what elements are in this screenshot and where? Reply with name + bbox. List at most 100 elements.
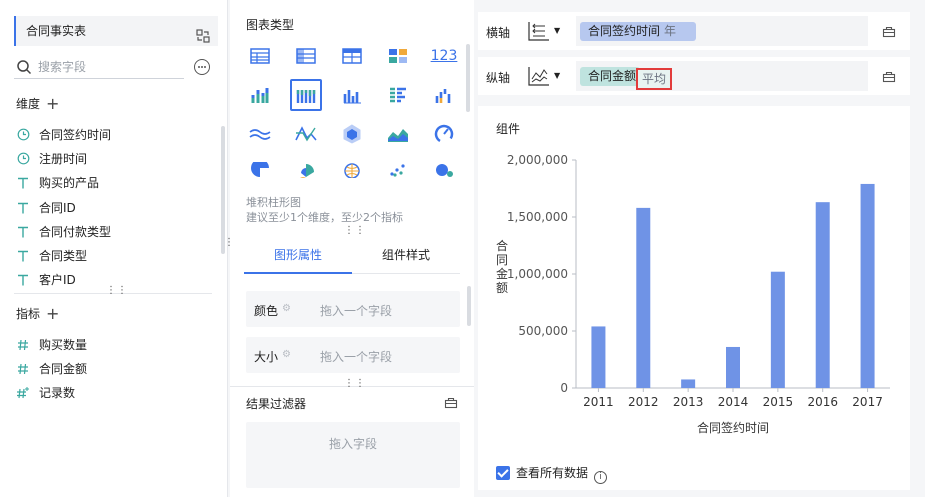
resize-handle[interactable]: ⋮⋮ (344, 226, 366, 236)
bar (726, 346, 740, 388)
table-icon[interactable] (244, 40, 276, 72)
number-icon[interactable]: 123 (428, 40, 460, 72)
add-dimension-icon[interactable]: + (46, 94, 59, 114)
y-tick-label: 0 (560, 381, 568, 395)
bar-icon[interactable] (382, 79, 414, 111)
bar (770, 271, 785, 388)
gear-icon[interactable]: ⚙ (282, 303, 291, 314)
scatter-icon[interactable] (382, 154, 414, 186)
bubble-icon[interactable] (428, 154, 460, 186)
dataset-selector[interactable]: 合同事实表 (14, 16, 218, 46)
field-item[interactable]: 购买的产品 (16, 171, 111, 195)
field-item[interactable]: 记录数 (16, 381, 87, 405)
line-icon[interactable] (244, 118, 276, 150)
stacked-bar-icon[interactable] (244, 79, 276, 111)
color-drop-zone[interactable]: 颜色 ⚙ 拖入一个字段 (246, 291, 460, 327)
field-label: 注册时间 (39, 152, 88, 167)
number-type-icon (16, 357, 30, 381)
y-field-pill[interactable]: 合同金额 (580, 67, 640, 86)
lock-icon[interactable] (882, 69, 896, 86)
bar (860, 183, 875, 388)
properties-scrollbar[interactable] (467, 286, 471, 326)
field-label: 合同签约时间 (39, 128, 112, 142)
size-drop-zone[interactable]: 大小 ⚙ 拖入一个字段 (246, 337, 460, 373)
chart-type-scrollbar[interactable] (466, 44, 470, 112)
text-type-icon (16, 268, 30, 292)
gauge-icon[interactable] (428, 118, 460, 150)
area-icon[interactable] (382, 118, 414, 150)
field-item[interactable]: 客户ID (16, 268, 111, 292)
field-panel: 合同事实表 维度 + 合同签约时间注册时间购买的产品合同ID 合同付款类型合同类型客… (0, 0, 228, 497)
number-icon-text: 123 (430, 48, 458, 64)
bar (591, 326, 606, 388)
dimension-scrollbar[interactable] (221, 126, 225, 254)
grouped-table-icon[interactable] (336, 40, 368, 72)
info-icon[interactable]: i (594, 471, 608, 484)
switch-dataset-icon[interactable] (196, 24, 210, 43)
clock-icon (16, 123, 30, 147)
search-icon (17, 60, 32, 75)
x-field-name: 合同签约时间 (588, 24, 661, 38)
rose-pie-icon[interactable] (290, 154, 322, 186)
map-icon[interactable] (336, 154, 368, 186)
field-label: 合同类型 (39, 248, 88, 263)
bar (815, 202, 830, 388)
y-tick-label: 1,000,000 (507, 267, 568, 281)
color-drop-placeholder: 拖入一个字段 (320, 304, 393, 318)
field-item[interactable]: 购买数量 (16, 333, 87, 357)
search-input[interactable] (38, 57, 178, 77)
polyline-icon[interactable] (290, 118, 322, 150)
size-label: 大小 (254, 350, 279, 364)
lock-icon[interactable] (444, 395, 458, 412)
dimensions-label: 维度 (16, 97, 41, 111)
radar-icon[interactable] (336, 118, 368, 150)
resize-handle[interactable]: ⋮⋮ (344, 379, 366, 389)
x-axis-sort-icon[interactable] (526, 20, 552, 45)
tab-graph-properties[interactable]: 图形属性 (244, 240, 352, 274)
more-options-icon[interactable] (194, 59, 210, 75)
chevron-down-icon[interactable]: ▼ (554, 71, 560, 80)
column-icon[interactable] (336, 79, 368, 111)
tab-component-style[interactable]: 组件样式 (352, 240, 460, 274)
field-item[interactable]: 合同签约时间 (16, 123, 111, 147)
y-axis-sort-icon[interactable] (526, 65, 552, 90)
field-label: 购买的产品 (39, 176, 100, 191)
y-tick-label: 2,000,000 (507, 153, 568, 167)
x-tick-label: 2012 (628, 395, 659, 409)
text-type-icon (16, 244, 30, 268)
field-label: 合同付款类型 (39, 224, 112, 239)
show-all-data-checkbox[interactable] (496, 466, 510, 480)
y-tick-label: 500,000 (518, 324, 568, 338)
chart-component-card: 组件 0 500,000 1,000,000 1,500,000 2,000,000 20… (478, 106, 910, 490)
crosstab-icon[interactable] (290, 40, 322, 72)
field-item[interactable]: 合同ID (16, 196, 111, 220)
field-item[interactable]: 合同类型 (16, 244, 111, 268)
x-axis-drop-zone[interactable]: 合同签约时间年 (576, 16, 868, 46)
y-axis-drop-zone[interactable]: 合同金额 平均 (576, 61, 868, 91)
config-tabs: 图形属性 组件样式 (244, 240, 460, 274)
x-tick-label: 2013 (673, 395, 704, 409)
resize-handle[interactable]: ⋮⋮ (106, 286, 128, 296)
field-item[interactable]: 合同付款类型 (16, 220, 111, 244)
result-filter-drop-zone[interactable]: 拖入字段 (246, 422, 460, 488)
x-axis-row: 横轴 ▼ 合同签约时间年 (478, 12, 910, 50)
dimension-list: 合同签约时间 注册时间购买的产品合同ID 合同付款类型 合同类型客户ID (16, 123, 111, 292)
result-filter-label: 结果过滤器 (246, 397, 307, 411)
field-item[interactable]: 合同金额 (16, 357, 87, 381)
gear-icon[interactable]: ⚙ (282, 349, 291, 360)
lock-icon[interactable] (882, 24, 896, 41)
kpi-card-icon[interactable] (382, 40, 414, 72)
chevron-down-icon[interactable]: ▼ (554, 26, 560, 35)
y-tick-label: 1,500,000 (507, 210, 568, 224)
waterfall-icon[interactable] (428, 79, 460, 111)
field-item[interactable]: 注册时间 (16, 147, 111, 171)
stacked-column-icon[interactable] (290, 79, 322, 111)
y-axis-label: 纵轴 (486, 71, 511, 85)
show-all-data-toggle[interactable]: 查看所有数据 i (496, 464, 608, 484)
pie-icon[interactable] (244, 154, 276, 186)
y-field-aggregation[interactable]: 平均 (636, 68, 673, 90)
field-label: 合同金额 (39, 362, 88, 377)
x-field-pill[interactable]: 合同签约时间年 (580, 22, 696, 41)
size-drop-placeholder: 拖入一个字段 (320, 350, 393, 364)
add-measure-icon[interactable]: + (46, 304, 59, 324)
